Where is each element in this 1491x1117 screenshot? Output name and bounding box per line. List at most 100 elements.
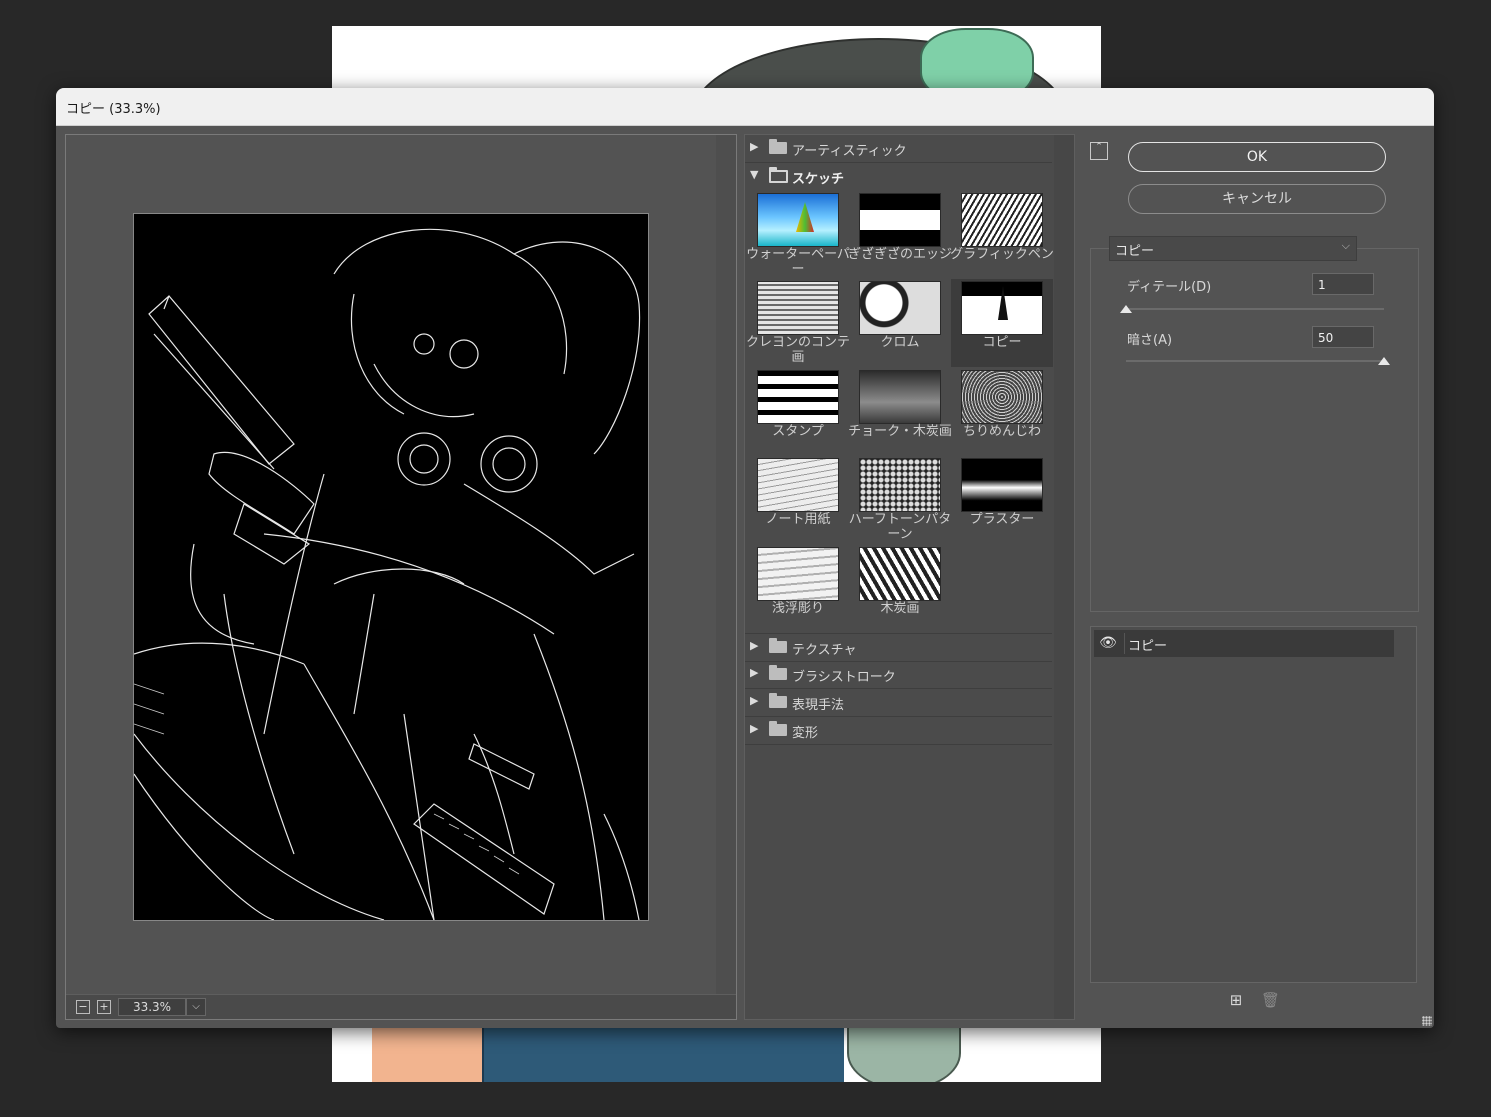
filter-preview-image: [757, 281, 839, 335]
preview-panel: − + 33.3% ⌵: [65, 134, 737, 1020]
filter-label: プラスター: [969, 512, 1035, 527]
category-distort[interactable]: ▶ 変形: [745, 717, 1052, 745]
new-effect-layer-button[interactable]: ⊞: [1228, 992, 1244, 1008]
detail-value-field[interactable]: 1: [1312, 273, 1374, 295]
ok-button[interactable]: OK: [1128, 142, 1386, 172]
zoom-dropdown-button[interactable]: ⌵: [186, 998, 206, 1016]
filter-label: ノート用紙: [765, 512, 831, 527]
filter-preview-image: [961, 458, 1043, 512]
darkness-value-field[interactable]: 50: [1312, 326, 1374, 348]
filter-preview-image: [859, 193, 941, 247]
filter-browser: ▶ アーティスティック ▼ スケッチ ウォーターペーパー ぎざぎざのエッジ グラフィ…: [744, 134, 1075, 1020]
filter-thumbnail[interactable]: ノート用紙: [747, 456, 849, 544]
eye-icon[interactable]: 👁: [1096, 633, 1120, 653]
filter-preview-image: [757, 547, 839, 601]
layer-divider: [1124, 633, 1125, 654]
category-label: スケッチ: [792, 172, 845, 187]
detail-label: ディテール(D): [1127, 280, 1212, 295]
expand-arrow-icon: ▶: [750, 694, 759, 707]
open-folder-icon: [769, 167, 788, 183]
dialog-title: コピー (33.3%): [66, 102, 161, 117]
filter-label: ウォーターペーパー: [746, 247, 850, 277]
filter-thumbnail[interactable]: チョーク・木炭画: [848, 368, 952, 456]
collapse-panel-button[interactable]: ⌃: [1090, 142, 1108, 160]
new-layer-icon: ⊞: [1229, 991, 1243, 1009]
cancel-button[interactable]: キャンセル: [1128, 184, 1386, 214]
line-art-drawing: [134, 228, 641, 920]
expand-arrow-icon: ▶: [750, 639, 759, 652]
category-stylize[interactable]: ▶ 表現手法: [745, 689, 1052, 717]
filter-thumbnail[interactable]: 木炭画: [849, 545, 951, 633]
browser-vertical-scrollbar[interactable]: [1054, 135, 1074, 1019]
filter-thumbnail[interactable]: ウォーターペーパー: [746, 191, 850, 279]
expand-arrow-icon: ▶: [750, 666, 759, 679]
filter-preview-image: [859, 547, 941, 601]
zoom-bar: − + 33.3% ⌵: [66, 994, 736, 1019]
effect-layer-name: コピー: [1128, 639, 1168, 654]
filter-thumbnail[interactable]: ちりめんじわ: [951, 368, 1053, 456]
effect-layers-panel: 👁 コピー: [1090, 626, 1417, 983]
chevron-down-icon: ⌵: [192, 1001, 200, 1012]
filter-thumbnail[interactable]: ぎざぎざのエッジ: [848, 191, 952, 279]
filter-thumbnail[interactable]: コピー: [951, 279, 1053, 367]
filter-select-value: コピー: [1115, 244, 1155, 259]
filter-label: グラフィックペン: [950, 247, 1054, 262]
filter-thumbnail[interactable]: プラスター: [951, 456, 1053, 544]
filter-thumbnail[interactable]: クロム: [849, 279, 951, 367]
collapse-arrow-icon: ▼: [750, 168, 759, 181]
folder-icon: [769, 638, 787, 653]
filter-label: ハーフトーンパターン: [848, 512, 952, 542]
filter-label: コピー: [982, 335, 1022, 350]
preview-image[interactable]: [133, 213, 649, 921]
resize-grip-icon[interactable]: [1422, 1016, 1432, 1026]
zoom-in-icon: +: [99, 1000, 109, 1013]
zoom-in-button[interactable]: +: [97, 1000, 111, 1014]
filter-preview-image: [859, 281, 941, 335]
filter-label: スタンプ: [772, 424, 824, 439]
filter-preview-image: [961, 370, 1043, 424]
trash-icon: 🗑: [1261, 991, 1281, 1009]
folder-icon: [769, 139, 787, 154]
folder-icon: [769, 721, 787, 736]
effect-layer-row[interactable]: 👁 コピー: [1094, 630, 1394, 657]
filter-preview-image: [961, 281, 1043, 335]
category-label: アーティスティック: [792, 144, 907, 159]
filter-preview-image: [757, 370, 839, 424]
filter-label: チョーク・木炭画: [848, 424, 952, 439]
filter-preview-image: [757, 193, 839, 247]
detail-slider-knob[interactable]: [1120, 305, 1132, 313]
delete-effect-layer-button[interactable]: 🗑: [1261, 991, 1281, 1009]
darkness-slider-knob[interactable]: [1378, 357, 1390, 365]
zoom-out-icon: −: [78, 1000, 88, 1013]
filter-label: クレヨンのコンテ画: [745, 335, 850, 365]
category-brush-strokes[interactable]: ▶ ブラシストローク: [745, 661, 1052, 689]
expand-arrow-icon: ▶: [750, 140, 759, 153]
filter-thumbnail[interactable]: スタンプ: [747, 368, 849, 456]
filter-label: ぎざぎざのエッジ: [847, 247, 952, 262]
filter-label: ちりめんじわ: [962, 424, 1041, 439]
folder-icon: [769, 693, 787, 708]
filter-preview-image: [859, 370, 941, 424]
category-sketch[interactable]: ▼ スケッチ: [745, 163, 1052, 190]
filter-thumbnail[interactable]: 浅浮彫り: [747, 545, 849, 633]
filter-label: 浅浮彫り: [771, 601, 824, 616]
category-label: 変形: [792, 726, 819, 741]
filter-thumbnail[interactable]: クレヨンのコンテ画: [746, 279, 850, 367]
zoom-level-field[interactable]: 33.3%: [118, 998, 186, 1016]
filter-preview-image: [757, 458, 839, 512]
zoom-out-button[interactable]: −: [76, 1000, 90, 1014]
collapse-up-icon: ⌃: [1095, 142, 1103, 152]
filter-select-dropdown[interactable]: コピー ⌵: [1109, 236, 1357, 261]
category-texture[interactable]: ▶ テクスチャ: [745, 633, 1052, 662]
preview-vertical-scrollbar[interactable]: [716, 135, 736, 995]
folder-icon: [769, 665, 787, 680]
filter-thumbnail[interactable]: グラフィックペン: [950, 191, 1054, 279]
darkness-slider-track[interactable]: [1126, 360, 1384, 362]
detail-slider-track[interactable]: [1126, 308, 1384, 310]
category-artistic[interactable]: ▶ アーティスティック: [745, 135, 1052, 163]
category-label: ブラシストローク: [792, 670, 896, 685]
dialog-titlebar[interactable]: コピー (33.3%): [56, 88, 1434, 126]
filter-thumbnail[interactable]: ハーフトーンパターン: [849, 456, 951, 544]
category-label: テクスチャ: [792, 643, 857, 658]
category-label: 表現手法: [792, 698, 845, 713]
